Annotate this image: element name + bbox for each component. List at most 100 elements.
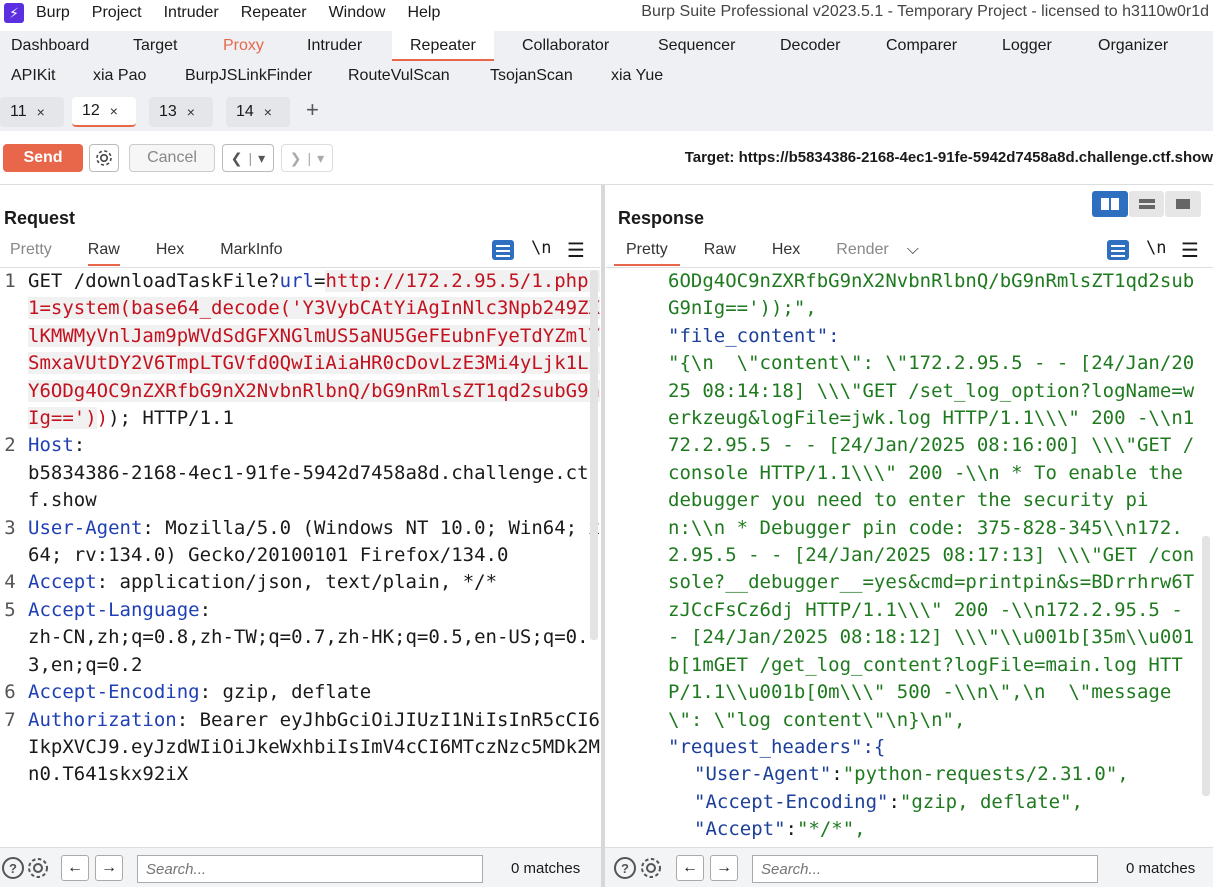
previous-match-button[interactable]: ← bbox=[676, 855, 704, 881]
repeater-tab-label: 13 bbox=[159, 103, 177, 120]
hamburger-menu-icon[interactable]: ☰ bbox=[567, 238, 585, 263]
menu-intruder[interactable]: Intruder bbox=[164, 4, 219, 22]
arrow-left-icon: ← bbox=[682, 859, 698, 876]
response-title: Response bbox=[618, 208, 705, 228]
layout-toggle bbox=[1092, 191, 1202, 217]
repeater-tab-label: 12 bbox=[82, 102, 100, 119]
arrow-right-icon: → bbox=[101, 859, 117, 876]
repeater-tab-11[interactable]: 11 × bbox=[0, 97, 64, 127]
newline-toggle-icon[interactable]: \n bbox=[531, 238, 551, 258]
send-button[interactable]: Send bbox=[3, 144, 83, 172]
response-line: "{\n \"content\": \"172.2.95.5 - - [24/J… bbox=[668, 352, 1195, 731]
close-icon[interactable]: × bbox=[110, 103, 118, 119]
menu-help[interactable]: Help bbox=[407, 4, 440, 22]
menu-project[interactable]: Project bbox=[92, 4, 142, 22]
tab-xia-pao[interactable]: xia Pao bbox=[93, 61, 146, 91]
request-tab-pretty[interactable]: Pretty bbox=[10, 238, 52, 266]
request-tab-hex[interactable]: Hex bbox=[156, 238, 184, 266]
tab-logger[interactable]: Logger bbox=[1002, 31, 1052, 61]
tab-apikit[interactable]: APIKit bbox=[11, 61, 55, 91]
chevron-down-icon[interactable]: ⌵ bbox=[907, 238, 919, 266]
repeater-tab-label: 14 bbox=[236, 103, 254, 120]
next-match-button[interactable]: → bbox=[710, 855, 738, 881]
word-wrap-icon[interactable] bbox=[1107, 240, 1129, 260]
request-view-tabs: Pretty Raw Hex MarkInfo bbox=[10, 238, 283, 266]
tab-burpjslinkfinder[interactable]: BurpJSLinkFinder bbox=[185, 61, 312, 91]
tab-collaborator[interactable]: Collaborator bbox=[522, 31, 609, 61]
menu-window[interactable]: Window bbox=[329, 4, 386, 22]
tab-organizer[interactable]: Organizer bbox=[1098, 31, 1168, 61]
tab-comparer[interactable]: Comparer bbox=[886, 31, 957, 61]
response-line: "request_headers":{ bbox=[668, 735, 886, 758]
header-key: "Accept-Encoding" bbox=[694, 790, 889, 813]
repeater-tab-13[interactable]: 13 × bbox=[149, 97, 213, 127]
header-value: "gzip, deflate", bbox=[899, 790, 1083, 813]
forward-history-button[interactable]: ❯ | ▾ bbox=[281, 144, 333, 172]
request-title: Request bbox=[4, 208, 76, 228]
tab-proxy[interactable]: Proxy bbox=[223, 31, 264, 61]
request-param-name: url bbox=[279, 270, 314, 292]
tab-repeater[interactable]: Repeater bbox=[392, 31, 494, 61]
split-columns-icon[interactable] bbox=[1092, 191, 1128, 217]
back-history-button[interactable]: ❮ | ▾ bbox=[222, 144, 274, 172]
request-matches-count: 0 matches bbox=[511, 860, 581, 877]
response-tab-hex[interactable]: Hex bbox=[772, 238, 800, 266]
close-icon[interactable]: × bbox=[37, 104, 45, 120]
toolbar: Send Cancel ❮ | ▾ ❯ | ▾ Target: https://b583… bbox=[0, 133, 1213, 185]
repeater-tab-14[interactable]: 14 × bbox=[226, 97, 290, 127]
response-search-input[interactable] bbox=[752, 855, 1098, 883]
target-url[interactable]: Target: https://b5834386-2168-4ec1-91fe-… bbox=[685, 149, 1213, 166]
repeater-tab-12[interactable]: 12 × bbox=[72, 97, 136, 127]
request-header-line: 4 Accept: application/json, text/plain, *… bbox=[4, 571, 498, 594]
request-editor[interactable]: 1 GET /downloadTaskFile?url=http://172.2.… bbox=[0, 267, 600, 845]
arrow-right-icon: → bbox=[716, 859, 732, 876]
menu-repeater[interactable]: Repeater bbox=[241, 4, 307, 22]
response-editor[interactable]: 6ODg4OC9nZXRfbG9nX2NvbnRlbnQ/bG9nRmlsZT1… bbox=[606, 267, 1213, 845]
tab-routevulscan[interactable]: RouteVulScan bbox=[348, 61, 450, 91]
repeater-tab-label: 11 bbox=[10, 103, 27, 120]
menu-burp[interactable]: Burp bbox=[36, 4, 70, 22]
response-tab-render[interactable]: Render bbox=[836, 238, 888, 266]
settings-gear-icon[interactable] bbox=[26, 856, 50, 885]
request-scrollbar[interactable] bbox=[590, 270, 598, 640]
main-tabs-row-1: Dashboard Target Proxy Intruder Repeater… bbox=[0, 31, 1213, 61]
add-tab-plus-icon[interactable]: + bbox=[306, 97, 319, 127]
settings-gear-icon[interactable] bbox=[639, 856, 663, 885]
response-header-line: "User-Agent":"python-requests/2.31.0", bbox=[694, 763, 1129, 786]
response-tab-raw[interactable]: Raw bbox=[704, 238, 736, 266]
hamburger-menu-icon[interactable]: ☰ bbox=[1181, 238, 1199, 263]
request-tab-markinfo[interactable]: MarkInfo bbox=[220, 238, 282, 266]
newline-toggle-icon[interactable]: \n bbox=[1146, 238, 1166, 258]
previous-match-button[interactable]: ← bbox=[61, 855, 89, 881]
cancel-button[interactable]: Cancel bbox=[129, 144, 215, 172]
single-pane-icon[interactable] bbox=[1165, 191, 1202, 217]
response-scrollbar[interactable] bbox=[1202, 536, 1210, 796]
header-key: "Accept" bbox=[694, 818, 786, 841]
request-header-line: 6 Accept-Encoding: gzip, deflate bbox=[4, 681, 372, 704]
help-icon[interactable]: ? bbox=[614, 857, 636, 879]
next-match-button[interactable]: → bbox=[95, 855, 123, 881]
settings-gear-icon[interactable] bbox=[89, 144, 119, 172]
tab-dashboard[interactable]: Dashboard bbox=[11, 31, 89, 61]
header-key: Authorization bbox=[28, 708, 177, 731]
request-line: 1 GET /downloadTaskFile?url=http://172.2.… bbox=[4, 270, 600, 430]
tab-target[interactable]: Target bbox=[133, 31, 177, 61]
response-tab-pretty[interactable]: Pretty bbox=[614, 238, 680, 266]
word-wrap-icon[interactable] bbox=[492, 240, 514, 260]
tab-xia-yue[interactable]: xia Yue bbox=[611, 61, 663, 91]
tab-sequencer[interactable]: Sequencer bbox=[658, 31, 735, 61]
tab-decoder[interactable]: Decoder bbox=[780, 31, 840, 61]
pane-divider[interactable] bbox=[601, 185, 605, 887]
header-key: Accept-Encoding bbox=[28, 681, 200, 704]
close-icon[interactable]: × bbox=[264, 104, 272, 120]
request-tab-raw[interactable]: Raw bbox=[87, 238, 120, 266]
chevron-right-icon: ❯ bbox=[289, 149, 302, 166]
request-search-input[interactable] bbox=[137, 855, 483, 883]
split-rows-icon[interactable] bbox=[1128, 191, 1165, 217]
tab-intruder[interactable]: Intruder bbox=[307, 31, 362, 61]
tab-tsojanscan[interactable]: TsojanScan bbox=[490, 61, 573, 91]
close-icon[interactable]: × bbox=[187, 104, 195, 120]
header-value: zh-CN,zh;q=0.8,zh-TW;q=0.7,zh-HK;q=0.5,e… bbox=[28, 626, 589, 676]
help-icon[interactable]: ? bbox=[2, 857, 24, 879]
header-value: application/json, text/plain, */* bbox=[108, 571, 498, 594]
